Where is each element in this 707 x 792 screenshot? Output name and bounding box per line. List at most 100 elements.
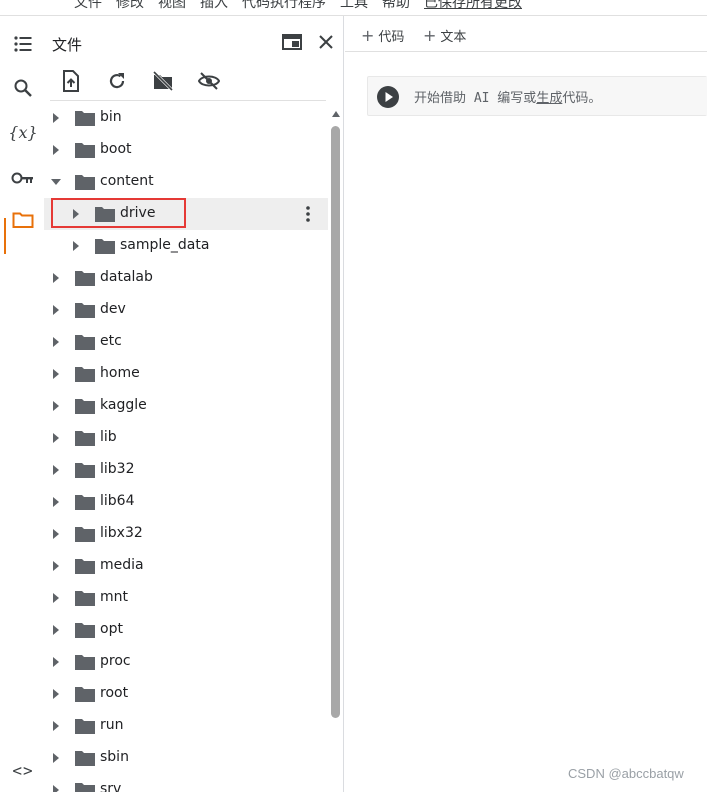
variables-button[interactable]: {x} xyxy=(7,116,39,148)
folder-icon xyxy=(74,749,96,767)
caret-right-icon[interactable] xyxy=(50,336,62,348)
caret-right-icon[interactable] xyxy=(50,752,62,764)
tree-row[interactable]: dev xyxy=(44,294,328,326)
tree-row[interactable]: sbin xyxy=(44,742,328,774)
files-button[interactable] xyxy=(7,204,39,236)
caret-right-icon[interactable] xyxy=(50,368,62,380)
caret-right-icon[interactable] xyxy=(50,144,62,156)
generate-link[interactable]: 生成 xyxy=(536,87,562,106)
tree-item-label: boot xyxy=(100,141,132,157)
tree-item-label: datalab xyxy=(100,269,153,285)
tree-row[interactable]: run xyxy=(44,710,328,742)
tree-row[interactable]: boot xyxy=(44,134,328,166)
caret-right-icon[interactable] xyxy=(50,400,62,412)
close-panel-button[interactable] xyxy=(314,30,338,54)
caret-right-icon[interactable] xyxy=(50,624,62,636)
key-icon xyxy=(11,172,33,184)
tree-row[interactable]: lib32 xyxy=(44,454,328,486)
plus-icon: + xyxy=(361,26,375,45)
caret-right-icon[interactable] xyxy=(50,432,62,444)
menu-item-help[interactable]: 帮助 xyxy=(382,0,410,12)
tree-item-label: lib64 xyxy=(100,493,135,509)
tree-item-label: content xyxy=(100,173,154,189)
caret-right-icon[interactable] xyxy=(50,496,62,508)
file-tree: bin boot content drive sample_datadatalab dev… xyxy=(44,102,328,792)
caret-right-icon[interactable] xyxy=(50,528,62,540)
toggle-hidden-files-button[interactable] xyxy=(196,68,222,94)
tree-row[interactable]: etc xyxy=(44,326,328,358)
watermark: CSDN @abccbatqw xyxy=(568,766,684,781)
menu-items: 文件 修改 视图 插入 代码执行程序 工具 帮助 已保存所有更改 xyxy=(74,0,536,12)
tree-row[interactable]: sample_data xyxy=(44,230,328,262)
variables-icon: {x} xyxy=(8,122,38,142)
caret-right-icon[interactable] xyxy=(50,592,62,604)
upload-file-icon xyxy=(63,70,79,92)
search-button[interactable] xyxy=(7,72,39,104)
menu-item-view[interactable]: 视图 xyxy=(158,0,186,12)
tree-item-label: dev xyxy=(100,301,126,317)
cell-editor[interactable]: 开始借助 AI 编写或 生成 代码。 xyxy=(408,77,707,115)
caret-right-icon[interactable] xyxy=(50,720,62,732)
tree-row[interactable]: media xyxy=(44,550,328,582)
toc-icon xyxy=(14,36,32,52)
tree-item-label: sample_data xyxy=(120,237,210,253)
menu-item-runtime[interactable]: 代码执行程序 xyxy=(242,0,326,12)
tree-row[interactable]: bin xyxy=(44,102,328,134)
run-cell-icon[interactable] xyxy=(376,85,400,109)
tree-row[interactable]: mnt xyxy=(44,582,328,614)
folder-icon xyxy=(74,301,96,319)
caret-right-icon[interactable] xyxy=(50,656,62,668)
caret-right-icon[interactable] xyxy=(50,272,62,284)
saved-status-link[interactable]: 已保存所有更改 xyxy=(424,0,522,12)
caret-right-icon[interactable] xyxy=(70,240,82,252)
tree-row[interactable]: home xyxy=(44,358,328,390)
scrollbar-thumb[interactable] xyxy=(331,126,340,718)
folder-icon xyxy=(74,557,96,575)
caret-right-icon[interactable] xyxy=(50,784,62,792)
caret-right-icon[interactable] xyxy=(50,112,62,124)
tree-row[interactable]: content xyxy=(44,166,328,198)
caret-right-icon[interactable] xyxy=(50,464,62,476)
open-in-tab-icon xyxy=(282,34,302,50)
secrets-button[interactable] xyxy=(7,162,39,194)
left-rail: {x} <> xyxy=(0,16,44,792)
tree-item-label: etc xyxy=(100,333,122,349)
tree-item-label: home xyxy=(100,365,140,381)
menu-item-tools[interactable]: 工具 xyxy=(340,0,368,12)
tree-row[interactable]: opt xyxy=(44,614,328,646)
tree-item-label: mnt xyxy=(100,589,128,605)
toc-button[interactable] xyxy=(7,28,39,60)
tree-row[interactable]: proc xyxy=(44,646,328,678)
maximize-panel-button[interactable] xyxy=(280,30,304,54)
menu-item-insert[interactable]: 插入 xyxy=(200,0,228,12)
tree-row[interactable]: datalab xyxy=(44,262,328,294)
folder-icon xyxy=(74,269,96,287)
tree-row[interactable]: kaggle xyxy=(44,390,328,422)
tree-row[interactable]: libx32 xyxy=(44,518,328,550)
refresh-button[interactable] xyxy=(104,68,130,94)
tree-row[interactable]: lib xyxy=(44,422,328,454)
upload-button[interactable] xyxy=(58,68,84,94)
caret-down-icon[interactable] xyxy=(50,176,62,188)
caret-right-icon[interactable] xyxy=(50,304,62,316)
caret-right-icon[interactable] xyxy=(50,560,62,572)
more-vert-icon[interactable] xyxy=(298,202,318,226)
menu-item-edit[interactable]: 修改 xyxy=(116,0,144,12)
add-text-button[interactable]: + 文本 xyxy=(423,26,466,46)
tree-row[interactable]: lib64 xyxy=(44,486,328,518)
tree-row[interactable]: srv xyxy=(44,774,328,792)
menu-item-file[interactable]: 文件 xyxy=(74,0,102,12)
caret-right-icon[interactable] xyxy=(50,688,62,700)
tree-item-label: lib32 xyxy=(100,461,135,477)
folder-icon xyxy=(94,205,116,223)
tree-row[interactable]: drive xyxy=(44,198,328,230)
caret-right-icon[interactable] xyxy=(70,208,82,220)
add-code-button[interactable]: + 代码 xyxy=(361,26,404,46)
unmount-drive-button[interactable] xyxy=(150,68,176,94)
folder-icon xyxy=(74,589,96,607)
tree-item-label: media xyxy=(100,557,144,573)
code-snippets-button[interactable]: <> xyxy=(7,754,39,786)
scroll-up-arrow[interactable] xyxy=(331,109,341,119)
tree-row[interactable]: root xyxy=(44,678,328,710)
folder-icon xyxy=(74,717,96,735)
